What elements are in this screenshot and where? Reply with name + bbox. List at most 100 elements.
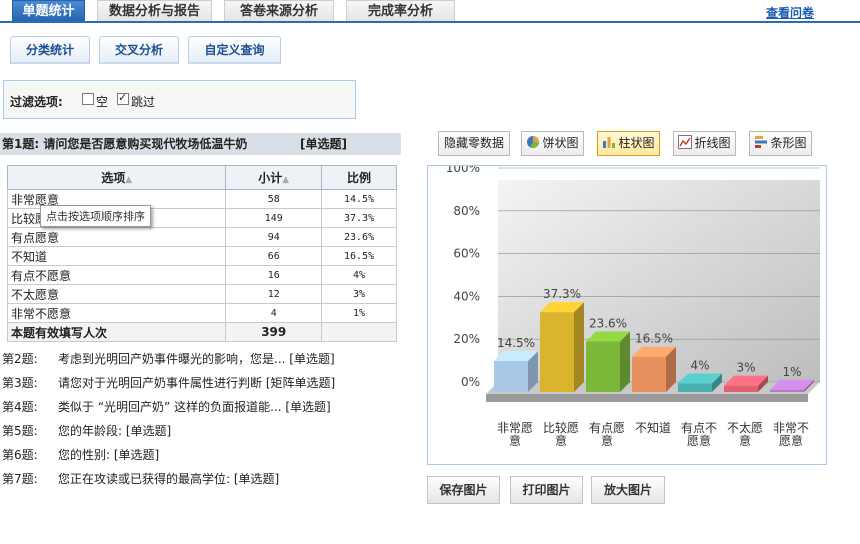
count-cell: 149 xyxy=(225,208,323,228)
question-text: 您的性别: [单选题] xyxy=(58,448,160,462)
question-1-header: 第1题: 请问您是否愿意购买现代牧场低温牛奶 [单选题] xyxy=(0,133,401,155)
question-1-title: 第1题: 请问您是否愿意购买现代牧场低温牛奶 xyxy=(2,137,248,151)
bar-chart-button[interactable]: 柱状图 xyxy=(597,131,660,156)
table-row: 不知道 66 16.5% xyxy=(6,246,397,266)
count-cell: 16 xyxy=(225,265,323,285)
table-row: 非常不愿意 4 1% xyxy=(6,303,397,323)
pie-chart-label: 饼状图 xyxy=(542,136,579,150)
option-header-label: 选项 xyxy=(101,171,126,185)
option-cell: 有点不愿意 xyxy=(6,265,227,285)
results-table: 选项▲ 小计▲ 比例 非常愿意 58 14.5% 比较愿意 149 37.3% 有点愿意… xyxy=(6,165,397,342)
tab-completion-rate-analysis[interactable]: 完成率分析 xyxy=(346,0,455,22)
tab-data-analysis-report[interactable]: 数据分析与报告 xyxy=(97,0,212,22)
data-label: 16.5% xyxy=(635,332,673,346)
bar xyxy=(494,360,528,392)
ratio-cell: 4% xyxy=(321,265,397,285)
question-text: 您的年龄段: [单选题] xyxy=(58,424,172,438)
skip-checkbox-label: 跳过 xyxy=(131,95,156,109)
data-label: 4% xyxy=(690,358,709,372)
table-row: 有点愿意 94 23.6% xyxy=(6,227,397,247)
count-cell: 58 xyxy=(225,189,323,209)
x-tick-label: 愿意 xyxy=(687,433,711,448)
bar xyxy=(770,389,804,392)
ratio-column-header: 比例 xyxy=(321,165,397,190)
x-tick-label: 愿意 xyxy=(779,433,803,448)
x-tick-label: 意 xyxy=(555,433,567,448)
ratio-cell: 3% xyxy=(321,284,397,304)
question-number: 第2题: xyxy=(2,352,38,366)
empty-checkbox-label: 空 xyxy=(96,95,109,109)
bar xyxy=(586,341,620,392)
x-tick-label: 比较愿 xyxy=(543,420,579,435)
pie-chart-icon xyxy=(527,136,540,149)
option-column-header[interactable]: 选项▲ xyxy=(6,165,227,190)
skip-checkbox[interactable] xyxy=(117,91,129,105)
x-tick-label: 意 xyxy=(601,433,613,448)
sort-tooltip: 点击按选项顺序排序 xyxy=(40,205,151,227)
x-tick-label: 不知道 xyxy=(635,421,671,435)
tab-response-source-analysis[interactable]: 答卷来源分析 xyxy=(224,0,334,22)
bar xyxy=(678,383,712,392)
count-header-label: 小计 xyxy=(258,171,283,185)
line-chart-label: 折线图 xyxy=(694,136,731,150)
x-tick-label: 有点愿 xyxy=(589,421,625,435)
y-tick-label: 60% xyxy=(453,247,480,261)
count-column-header[interactable]: 小计▲ xyxy=(225,165,323,190)
filter-label: 过滤选项: xyxy=(10,95,63,109)
horizontal-bar-chart-label: 条形图 xyxy=(770,136,807,150)
count-cell: 4 xyxy=(225,303,323,323)
x-tick-label: 意 xyxy=(739,433,751,448)
y-tick-label: 100% xyxy=(446,166,480,175)
ratio-cell: 16.5% xyxy=(321,246,397,266)
pie-chart-button[interactable]: 饼状图 xyxy=(521,131,584,156)
view-survey-link[interactable]: 查看问卷 xyxy=(766,4,814,21)
total-label: 本题有效填写人次 xyxy=(6,322,227,342)
question-number: 第7题: xyxy=(2,472,38,486)
print-image-button[interactable]: 打印图片 xyxy=(510,476,583,504)
subtab-cross-analysis[interactable]: 交叉分析 xyxy=(99,36,179,64)
y-tick-label: 40% xyxy=(453,289,480,303)
question-text: 类似于 “光明回产奶” 这样的负面报道能... [单选题] xyxy=(58,400,331,414)
option-cell: 有点愿意 xyxy=(6,227,227,247)
ratio-cell: 37.3% xyxy=(321,208,397,228)
bar xyxy=(540,312,574,392)
subtab-category-stats[interactable]: 分类统计 xyxy=(10,36,90,64)
total-empty-cell xyxy=(321,322,397,342)
data-label: 23.6% xyxy=(589,316,627,330)
tab-underline xyxy=(0,21,860,23)
bar xyxy=(632,356,666,392)
data-label: 1% xyxy=(782,365,801,379)
data-label: 3% xyxy=(736,361,755,375)
filter-panel: 过滤选项: 空 跳过 xyxy=(3,80,356,119)
table-row: 不太愿意 12 3% xyxy=(6,284,397,304)
question-number: 第4题: xyxy=(2,400,38,414)
ratio-cell: 1% xyxy=(321,303,397,323)
hide-zero-data-button[interactable]: 隐藏零数据 xyxy=(438,131,510,156)
enlarge-image-button[interactable]: 放大图片 xyxy=(591,476,665,504)
option-cell: 不知道 xyxy=(6,246,227,266)
line-chart-button[interactable]: 折线图 xyxy=(673,131,736,156)
count-cell: 94 xyxy=(225,227,323,247)
total-value: 399 xyxy=(225,322,323,342)
question-number: 第3题: xyxy=(2,376,38,390)
table-row: 有点不愿意 16 4% xyxy=(6,265,397,285)
x-tick-label: 有点不 xyxy=(681,421,717,435)
count-cell: 66 xyxy=(225,246,323,266)
question-text: 考虑到光明回产奶事件曝光的影响，您是... [单选题] xyxy=(58,352,335,366)
y-tick-label: 80% xyxy=(453,204,480,218)
sort-icon: ▲ xyxy=(282,175,290,185)
chart-panel: 0% 20% 40% 60% 80% 100% 14.5% 非常愿意 37.3% 比较愿意 23.6… xyxy=(427,161,827,465)
data-label: 14.5% xyxy=(497,336,535,350)
empty-checkbox[interactable] xyxy=(82,93,94,105)
subtab-custom-query[interactable]: 自定义查询 xyxy=(188,36,281,64)
total-row: 本题有效填写人次 399 xyxy=(6,322,397,342)
plot-base xyxy=(486,394,808,402)
question-1-type: [单选题] xyxy=(300,137,347,151)
tab-single-question-stats[interactable]: 单题统计 xyxy=(12,0,85,22)
hide-zero-data-label: 隐藏零数据 xyxy=(443,136,504,150)
x-tick-label: 非常不 xyxy=(773,421,809,435)
horizontal-bar-chart-button[interactable]: 条形图 xyxy=(749,131,812,156)
save-image-button[interactable]: 保存图片 xyxy=(427,476,500,504)
bar-chart: 0% 20% 40% 60% 80% 100% 14.5% 非常愿意 37.3% 比较愿意 23.6… xyxy=(446,161,820,448)
line-chart-icon xyxy=(678,135,693,149)
